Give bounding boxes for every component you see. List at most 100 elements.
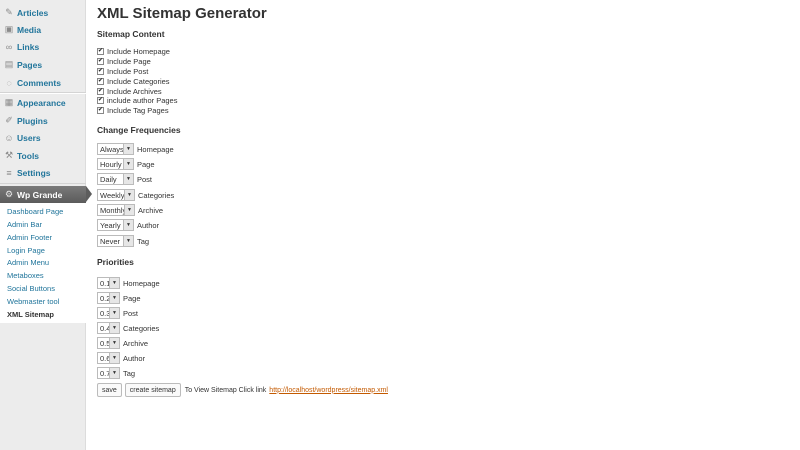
checkbox-label: Include Tag Pages [107, 105, 169, 115]
option-include-homepage[interactable]: ✔ Include Homepage [97, 46, 170, 56]
checkbox[interactable]: ✔ [97, 57, 104, 65]
menu-item-comments[interactable]: ◌ Comments [0, 74, 86, 91]
frequency-select[interactable]: Daily ▼ [97, 173, 134, 185]
priority-select[interactable]: 0.5 ▼ [97, 337, 120, 349]
submenu-item-admin-menu[interactable]: Admin Menu [7, 258, 49, 267]
create-sitemap-button[interactable]: create sitemap [124, 383, 181, 397]
menu-item-pages[interactable]: ▤ Pages [0, 56, 86, 73]
priority-select[interactable]: 0.4 ▼ [97, 322, 120, 334]
dropdown-arrow-icon: ▼ [109, 368, 119, 378]
menu-item-settings[interactable]: ≡ Settings [0, 164, 86, 181]
checkbox[interactable]: ✔ [97, 87, 104, 95]
submenu-item-xml-sitemap[interactable]: XML Sitemap [7, 310, 54, 319]
section-title-sitemap-content: Sitemap Content [97, 29, 165, 39]
dropdown-arrow-icon: ▼ [109, 278, 119, 288]
frequency-row-post: Daily ▼ Post [97, 173, 152, 185]
dropdown-arrow-icon: ▼ [123, 174, 133, 184]
select-label: Author [123, 353, 146, 363]
plugins-icon: ✐ [5, 115, 13, 125]
frequency-row-archive: Monthly ▼ Archive [97, 204, 163, 216]
menu-item-users[interactable]: ☺ Users [0, 129, 86, 146]
select-label: Archive [138, 205, 164, 215]
menu-item-label: Plugins [17, 115, 48, 126]
frequency-select[interactable]: Weekly ▼ [97, 189, 135, 201]
menu-item-links[interactable]: ∞ Links [0, 38, 86, 55]
checkbox[interactable]: ✔ [97, 77, 104, 85]
priority-select[interactable]: 0.3 ▼ [97, 307, 120, 319]
submenu-item-admin-bar[interactable]: Admin Bar [7, 220, 42, 229]
priority-select[interactable]: 0.1 ▼ [97, 277, 120, 289]
option-include-author-pages[interactable]: ✔ include author Pages [97, 95, 177, 105]
select-label: Categories [123, 323, 160, 333]
checkbox-label: Include Page [107, 56, 151, 66]
frequency-select[interactable]: Yearly ▼ [97, 219, 134, 231]
checkbox[interactable]: ✔ [97, 106, 104, 114]
menu-item-plugins[interactable]: ✐ Plugins [0, 112, 86, 129]
appearance-icon: ▦ [4, 97, 14, 107]
checkbox[interactable]: ✔ [97, 96, 104, 104]
option-include-categories[interactable]: ✔ Include Categories [97, 76, 170, 86]
submenu-item-admin-footer[interactable]: Admin Footer [7, 233, 52, 242]
menu-item-articles[interactable]: ✎ Articles [0, 4, 86, 21]
menu-item-wp-grande[interactable]: ⚙ Wp Grande [0, 186, 86, 203]
priority-select[interactable]: 0.2 ▼ [97, 292, 120, 304]
option-include-tag-pages[interactable]: ✔ Include Tag Pages [97, 105, 169, 115]
dropdown-arrow-icon: ▼ [123, 220, 133, 230]
section-title-change-frequencies: Change Frequencies [97, 125, 181, 135]
dropdown-arrow-icon: ▼ [109, 323, 119, 333]
dropdown-arrow-icon: ▼ [123, 144, 133, 154]
select-label: Tag [123, 368, 136, 378]
save-button[interactable]: save [97, 383, 122, 397]
menu-item-label: Settings [17, 167, 51, 178]
sitemap-actions: save create sitemap To View Sitemap Clic… [97, 383, 388, 397]
select-label: Homepage [137, 144, 174, 154]
submenu-item-social-buttons[interactable]: Social Buttons [7, 284, 55, 293]
frequency-row-page: Hourly ▼ Page [97, 158, 155, 170]
checkbox-label: Include Homepage [107, 46, 170, 56]
submenu-item-login-page[interactable]: Login Page [7, 246, 45, 255]
menu-item-tools[interactable]: ⚒ Tools [0, 147, 86, 164]
menu-item-label: Media [17, 24, 42, 35]
select-value: Always [100, 144, 124, 154]
priority-row-page: 0.2 ▼ Page [97, 292, 141, 304]
frequency-select[interactable]: Always ▼ [97, 143, 134, 155]
menu-item-label: Links [17, 41, 40, 52]
frequency-row-homepage: Always ▼ Homepage [97, 143, 174, 155]
checkbox[interactable]: ✔ [97, 47, 104, 55]
dropdown-arrow-icon: ▼ [109, 353, 119, 363]
priority-select[interactable]: 0.6 ▼ [97, 352, 120, 364]
checkbox-label: include author Pages [107, 95, 178, 105]
frequency-row-tag: Never ▼ Tag [97, 235, 149, 247]
dropdown-arrow-icon: ▼ [109, 293, 119, 303]
select-label: Post [137, 174, 153, 184]
frequency-select[interactable]: Never ▼ [97, 235, 134, 247]
frequency-select[interactable]: Hourly ▼ [97, 158, 134, 170]
select-label: Tag [137, 236, 150, 246]
menu-item-label: Appearance [17, 97, 66, 108]
submenu-item-metaboxes[interactable]: Metaboxes [7, 271, 44, 280]
priority-select[interactable]: 0.7 ▼ [97, 367, 120, 379]
menu-item-media[interactable]: ▣ Media [0, 21, 86, 38]
priority-row-tag: 0.7 ▼ Tag [97, 367, 135, 379]
menu-item-appearance[interactable]: ▦ Appearance [0, 94, 86, 111]
frequency-select[interactable]: Monthly ▼ [97, 204, 135, 216]
submenu-item-webmaster-tool[interactable]: Webmaster tool [7, 297, 59, 306]
submenu-item-dashboard-page[interactable]: Dashboard Page [7, 207, 63, 216]
sitemap-link[interactable]: http://localhost/wordpress/sitemap.xml [269, 387, 388, 394]
option-include-page[interactable]: ✔ Include Page [97, 56, 151, 66]
priority-row-post: 0.3 ▼ Post [97, 307, 138, 319]
page-title: XML Sitemap Generator [97, 5, 267, 22]
checkbox[interactable]: ✔ [97, 67, 104, 75]
menu-separator [0, 183, 86, 184]
dropdown-arrow-icon: ▼ [123, 236, 133, 246]
priority-row-author: 0.6 ▼ Author [97, 352, 145, 364]
frequency-row-author: Yearly ▼ Author [97, 219, 159, 231]
select-value: Hourly [100, 159, 122, 169]
dropdown-arrow-icon: ▼ [124, 190, 134, 200]
select-value: Daily [100, 174, 117, 184]
menu-item-label: Comments [17, 77, 61, 88]
menu-item-label: Tools [17, 150, 40, 161]
option-include-post[interactable]: ✔ Include Post [97, 66, 148, 76]
select-label: Page [123, 293, 141, 303]
active-menu-arrow [86, 186, 92, 202]
